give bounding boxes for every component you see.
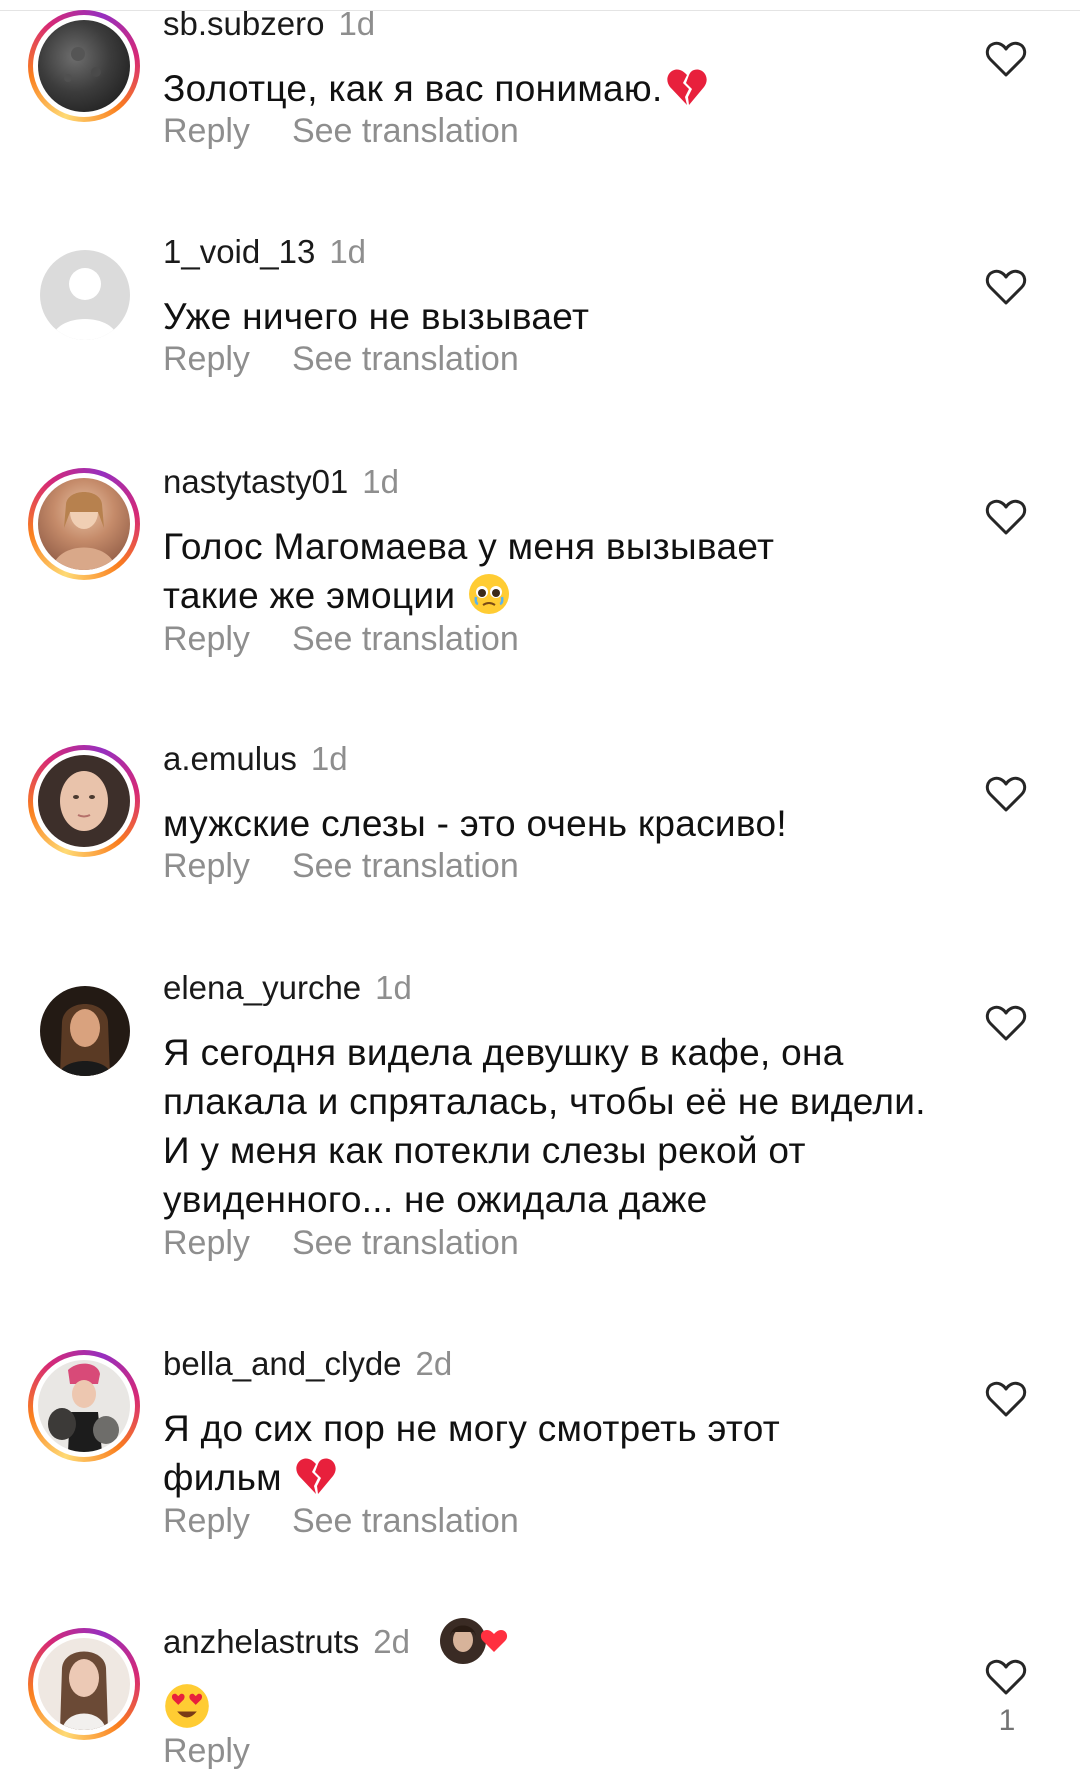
avatar-story-ring[interactable]: [28, 10, 140, 122]
woman-portrait-image: [60, 1651, 108, 1730]
username[interactable]: bella_and_clyde: [163, 1345, 402, 1383]
comment-text: Я сегодня видела девушку в кафе, она пла…: [163, 1032, 926, 1220]
avatar[interactable]: [28, 238, 140, 350]
username[interactable]: 1_void_13: [163, 233, 315, 271]
top-divider: [0, 10, 1080, 11]
pleading-face-icon: [469, 574, 510, 614]
avatar: [38, 1360, 130, 1452]
broken-heart-icon: [666, 69, 707, 105]
avatar-image: [40, 986, 130, 1076]
see-translation-button[interactable]: See translation: [292, 620, 519, 659]
heart-outline-icon[interactable]: [985, 1658, 1027, 1696]
woman-selfie-image: [60, 771, 108, 831]
avatar: [38, 20, 130, 112]
avatar-story-ring[interactable]: [28, 468, 140, 580]
woman-with-dog-image: [48, 1363, 119, 1452]
reply-button[interactable]: Reply: [163, 1732, 250, 1771]
woman-portrait-image: [58, 1004, 112, 1076]
avatar-story-ring[interactable]: [28, 745, 140, 857]
avatar-story-ring[interactable]: [28, 1628, 140, 1740]
heart-outline-icon[interactable]: [985, 268, 1027, 306]
person-silhouette-icon: [52, 268, 118, 340]
woman-portrait-image: [52, 492, 116, 570]
red-heart-icon: [480, 1630, 508, 1652]
like-count: 1: [998, 1704, 1016, 1737]
avatar-story-ring[interactable]: [28, 1350, 140, 1462]
avatar: [38, 1638, 130, 1730]
comment-text: Я до сих пор не могу смотреть этот фильм: [163, 1404, 863, 1502]
comment-text: Голос Магомаева у меня вызывает такие же…: [163, 522, 863, 620]
username[interactable]: elena_yurche: [163, 969, 361, 1007]
heart-outline-icon[interactable]: [985, 40, 1027, 78]
reply-button[interactable]: Reply: [163, 340, 250, 379]
username[interactable]: a.emulus: [163, 740, 297, 778]
avatar: [38, 478, 130, 570]
reply-button[interactable]: Reply: [163, 1502, 250, 1541]
comment-text: Уже ничего не вызывает: [163, 296, 590, 337]
heart-outline-icon[interactable]: [985, 498, 1027, 536]
timestamp: 2d: [373, 1623, 410, 1660]
see-translation-button[interactable]: See translation: [292, 340, 519, 379]
reply-button[interactable]: Reply: [163, 847, 250, 886]
avatar[interactable]: [28, 974, 140, 1086]
heart-outline-icon[interactable]: [985, 1004, 1027, 1042]
see-translation-button[interactable]: See translation: [292, 1502, 519, 1541]
comment-body: Я до сих пор не могу смотреть этот фильм: [163, 1408, 781, 1498]
timestamp: 2d: [415, 1345, 453, 1382]
heart-eyes-face-icon: [165, 1684, 209, 1728]
reply-button[interactable]: Reply: [163, 112, 250, 151]
timestamp: 1d: [329, 233, 367, 270]
timestamp: 1d: [310, 740, 348, 777]
comment-text: [163, 1682, 943, 1734]
moon-avatar-image: [64, 47, 101, 82]
reply-button[interactable]: Reply: [163, 620, 250, 659]
username[interactable]: nastytasty01: [163, 463, 348, 501]
reply-button[interactable]: Reply: [163, 1224, 250, 1263]
comment-text: мужские слезы - это очень красиво!: [163, 803, 787, 844]
default-avatar: [40, 250, 130, 340]
see-translation-button[interactable]: See translation: [292, 847, 519, 886]
see-translation-button[interactable]: See translation: [292, 112, 519, 151]
comment-text: Золотце, как я вас понимаю.: [163, 64, 943, 113]
username[interactable]: anzhelastruts: [163, 1623, 359, 1661]
heart-outline-icon[interactable]: [985, 775, 1027, 813]
heart-outline-icon[interactable]: [985, 1380, 1027, 1418]
timestamp: 1d: [362, 463, 399, 500]
comment-body: Золотце, как я вас понимаю.: [163, 68, 663, 109]
see-translation-button[interactable]: See translation: [292, 1224, 519, 1263]
broken-heart-icon: [296, 1458, 336, 1494]
username[interactable]: sb.subzero: [163, 5, 324, 43]
timestamp: 1d: [338, 5, 376, 42]
timestamp: 1d: [375, 969, 412, 1006]
avatar: [38, 755, 130, 847]
